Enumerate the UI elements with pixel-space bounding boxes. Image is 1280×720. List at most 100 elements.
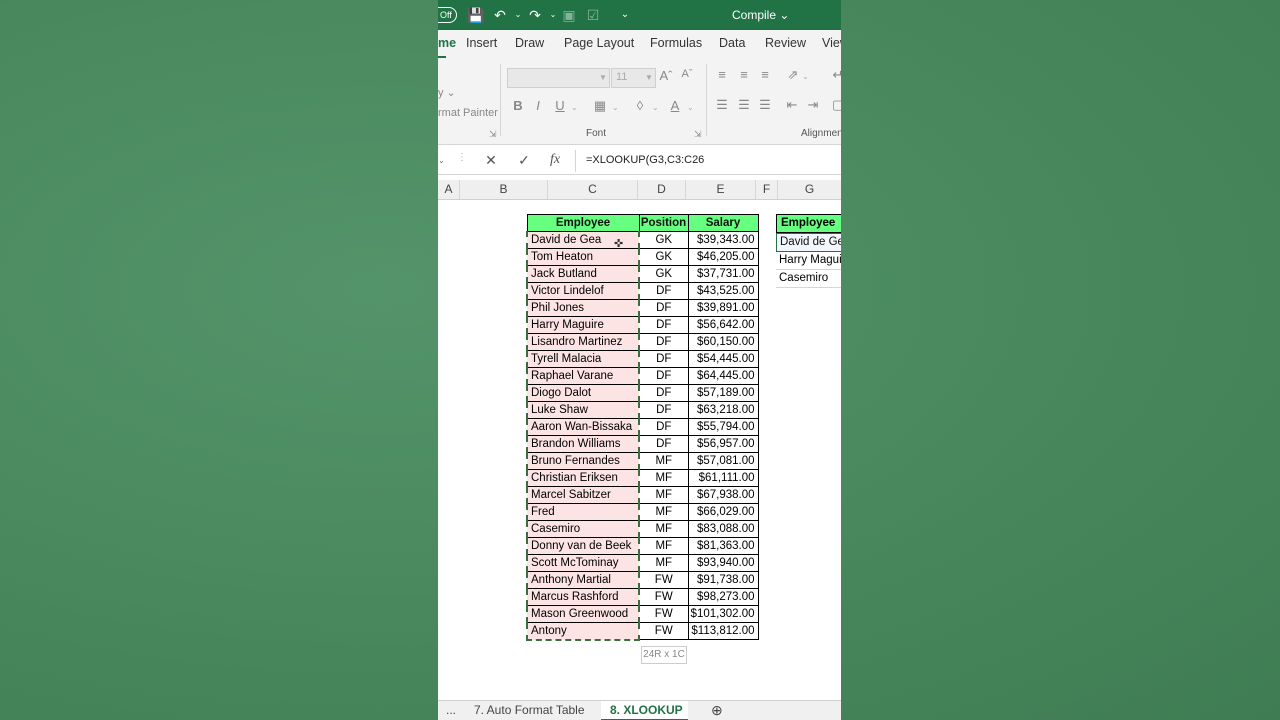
position-cell[interactable]: MF [639, 503, 689, 521]
position-cell[interactable]: FW [639, 571, 689, 589]
align-bottom-icon[interactable]: ≡ [756, 67, 774, 82]
employee-cell[interactable]: Luke Shaw [526, 401, 640, 419]
position-cell[interactable]: DF [639, 350, 689, 368]
salary-cell[interactable]: $55,794.00 [688, 418, 759, 436]
salary-cell[interactable]: $37,731.00 [688, 265, 759, 283]
align-middle-icon[interactable]: ≡ [735, 67, 753, 82]
insert-function-icon[interactable]: fx [546, 152, 564, 168]
position-cell[interactable]: GK [639, 265, 689, 283]
position-cell[interactable]: MF [639, 554, 689, 572]
salary-cell[interactable]: $93,940.00 [688, 554, 759, 572]
salary-cell[interactable]: $54,445.00 [688, 350, 759, 368]
position-cell[interactable]: MF [639, 469, 689, 487]
employee-cell[interactable]: Raphael Varane [526, 367, 640, 385]
tab-page-layout[interactable]: Page Layout [564, 36, 634, 50]
position-cell[interactable]: FW [639, 622, 689, 640]
font-color-dropdown-icon[interactable]: ⌄ [687, 103, 694, 112]
position-cell[interactable]: DF [639, 401, 689, 419]
align-top-icon[interactable]: ≡ [713, 67, 731, 82]
cancel-icon[interactable]: ✕ [482, 152, 500, 169]
employee-cell[interactable]: Victor Lindelof [526, 282, 640, 300]
employee-cell[interactable]: Phil Jones [526, 299, 640, 317]
employee-cell[interactable]: Antony [526, 622, 640, 641]
header-salary[interactable]: Salary [687, 214, 759, 232]
column-header-g[interactable]: G [778, 180, 841, 199]
employee-cell[interactable]: Mason Greenwood [526, 605, 640, 623]
tab-view[interactable]: View [822, 36, 841, 50]
position-cell[interactable]: DF [639, 282, 689, 300]
salary-cell[interactable]: $39,343.00 [688, 231, 759, 249]
formula-input[interactable]: =XLOOKUP(G3,C3:C26 [586, 154, 704, 166]
column-header-e[interactable]: E [686, 180, 756, 199]
sheet-tabs-more[interactable]: ... [446, 703, 456, 717]
salary-cell[interactable]: $101,302.00 [688, 605, 759, 623]
increase-font-icon[interactable]: Aˆ [657, 68, 675, 83]
salary-cell[interactable]: $83,088.00 [688, 520, 759, 538]
employee-cell[interactable]: Brandon Williams [526, 435, 640, 453]
undo-icon[interactable]: ↶ [491, 6, 509, 24]
employee-cell[interactable]: Fred [526, 503, 640, 521]
tab-formulas[interactable]: Formulas [650, 36, 702, 50]
lookup-cell[interactable]: Harry Maguire [776, 252, 841, 270]
column-header-d[interactable]: D [638, 180, 686, 199]
orientation-icon[interactable]: ⇗ [784, 67, 802, 83]
bold-icon[interactable]: B [509, 98, 527, 113]
employee-cell[interactable]: Donny van de Beek [526, 537, 640, 555]
format-painter-button[interactable]: rmat Painter [438, 107, 498, 119]
position-cell[interactable]: DF [639, 384, 689, 402]
enter-icon[interactable]: ✓ [515, 152, 533, 169]
salary-cell[interactable]: $43,525.00 [688, 282, 759, 300]
salary-cell[interactable]: $64,445.00 [688, 367, 759, 385]
copy-button-fragment[interactable]: y ⌄ [438, 86, 456, 99]
salary-cell[interactable]: $66,029.00 [688, 503, 759, 521]
employee-cell[interactable]: Lisandro Martinez [526, 333, 640, 351]
italic-icon[interactable]: I [529, 98, 547, 113]
borders-icon[interactable]: ▦ [591, 98, 609, 114]
font-launcher-icon[interactable]: ⇲ [694, 129, 702, 140]
employee-cell[interactable]: Anthony Martial [526, 571, 640, 589]
salary-cell[interactable]: $46,205.00 [688, 248, 759, 266]
autosave-toggle[interactable]: Off [438, 7, 457, 23]
salary-cell[interactable]: $113,812.00 [688, 622, 759, 640]
lookup-cell[interactable]: Casemiro [776, 270, 841, 288]
decrease-indent-icon[interactable]: ⇤ [783, 97, 801, 113]
header-position[interactable]: Position [638, 214, 689, 232]
salary-cell[interactable]: $91,738.00 [688, 571, 759, 589]
font-name-box[interactable] [507, 68, 610, 88]
column-header-c[interactable]: C [548, 180, 638, 199]
position-cell[interactable]: MF [639, 537, 689, 555]
sheet-tab-xlookup[interactable]: 8. XLOOKUP [610, 703, 683, 717]
underline-dropdown-icon[interactable]: ⌄ [571, 103, 578, 112]
increase-indent-icon[interactable]: ⇥ [804, 97, 822, 113]
position-cell[interactable]: DF [639, 435, 689, 453]
employee-cell[interactable]: Bruno Fernandes [526, 452, 640, 470]
employee-cell[interactable]: Christian Eriksen [526, 469, 640, 487]
employee-cell[interactable]: Scott McTominay [526, 554, 640, 572]
position-cell[interactable]: MF [639, 452, 689, 470]
employee-cell[interactable]: Casemiro [526, 520, 640, 538]
fill-color-icon[interactable]: ◊ [631, 98, 649, 113]
salary-cell[interactable]: $61,111.00 [688, 469, 759, 487]
employee-cell[interactable]: Aaron Wan-Bissaka [526, 418, 640, 436]
salary-cell[interactable]: $81,363.00 [688, 537, 759, 555]
check-icon[interactable]: ☑ [584, 6, 602, 24]
employee-cell[interactable]: Jack Butland [526, 265, 640, 283]
position-cell[interactable]: MF [639, 486, 689, 504]
salary-cell[interactable]: $63,218.00 [688, 401, 759, 419]
position-cell[interactable]: GK [639, 231, 689, 249]
tab-home[interactable]: me [438, 36, 456, 50]
salary-cell[interactable]: $57,189.00 [688, 384, 759, 402]
position-cell[interactable]: DF [639, 299, 689, 317]
salary-cell[interactable]: $60,150.00 [688, 333, 759, 351]
lookup-cell[interactable]: David de Gea [776, 233, 841, 252]
salary-cell[interactable]: $98,273.00 [688, 588, 759, 606]
lookup-header[interactable]: Employee [776, 214, 841, 233]
salary-cell[interactable]: $39,891.00 [688, 299, 759, 317]
tab-data[interactable]: Data [719, 36, 745, 50]
undo-dropdown-icon[interactable]: ⌄ [509, 6, 527, 24]
clipboard-launcher-icon[interactable]: ⇲ [489, 129, 497, 140]
column-header-a[interactable]: A [438, 180, 460, 199]
align-left-icon[interactable]: ☰ [713, 97, 731, 113]
fill-color-dropdown-icon[interactable]: ⌄ [652, 103, 659, 112]
position-cell[interactable]: FW [639, 588, 689, 606]
